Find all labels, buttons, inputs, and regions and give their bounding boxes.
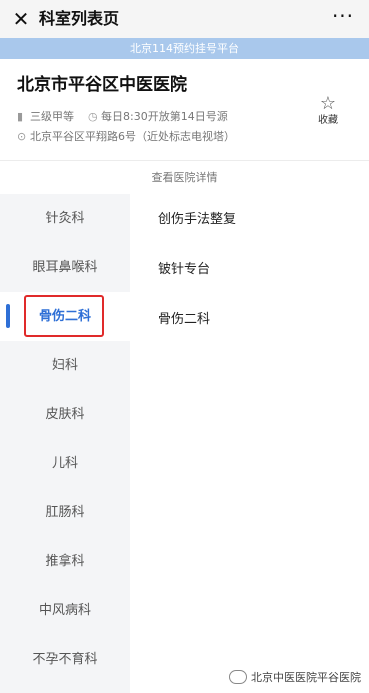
hospital-name: 北京市平谷区中医医院 bbox=[17, 75, 187, 95]
favorite-button[interactable]: ☆ 收藏 bbox=[315, 94, 341, 128]
department-label: 针灸科 bbox=[45, 211, 85, 226]
department-item[interactable]: 儿科 bbox=[0, 439, 130, 488]
hospital-detail-link[interactable]: 查看医院详情 bbox=[0, 160, 369, 194]
hospital-card: 北京市平谷区中医医院 ▮ 三级甲等 ◷ 每日8:30开放第14日号源 ⊙ 北京平… bbox=[0, 59, 369, 160]
department-item[interactable]: 皮肤科 bbox=[0, 390, 130, 439]
hospital-address: 北京平谷区平翔路6号（近处标志电视塔） bbox=[30, 130, 235, 143]
page-title: 科室列表页 bbox=[39, 9, 120, 28]
department-item[interactable]: 骨伤二科 bbox=[0, 292, 130, 341]
department-label: 妇科 bbox=[51, 358, 78, 373]
active-indicator bbox=[6, 304, 10, 328]
department-item[interactable]: 推拿科 bbox=[0, 537, 130, 586]
sub-department-item[interactable]: 铍针专台 bbox=[158, 260, 210, 280]
level-icon: ▮ bbox=[17, 110, 24, 123]
department-item[interactable]: 不孕不育科 bbox=[0, 635, 130, 684]
location-icon: ⊙ bbox=[17, 130, 27, 143]
department-label: 眼耳鼻喉科 bbox=[32, 260, 98, 275]
platform-banner: 北京114预约挂号平台 bbox=[0, 38, 369, 59]
sub-department-list: 创伤手法整复 铍针专台骨伤二科 bbox=[130, 194, 369, 693]
department-label: 推拿科 bbox=[45, 554, 85, 569]
department-label: 肛肠科 bbox=[45, 505, 85, 520]
sub-department-item[interactable]: 骨伤二科 bbox=[158, 310, 210, 330]
favorite-label: 收藏 bbox=[318, 115, 338, 126]
hospital-meta-row: ▮ 三级甲等 ◷ 每日8:30开放第14日号源 bbox=[17, 109, 228, 125]
clock-icon: ◷ bbox=[88, 110, 98, 123]
more-options-icon[interactable]: ··· bbox=[331, 6, 355, 30]
department-item[interactable]: 肛肠科 bbox=[0, 488, 130, 537]
sub-department-item[interactable]: 创伤手法整复 bbox=[158, 210, 236, 230]
wechat-icon bbox=[229, 670, 247, 684]
department-label: 不孕不育科 bbox=[32, 652, 98, 667]
department-item[interactable]: 眼耳鼻喉科 bbox=[0, 243, 130, 292]
close-icon[interactable]: ✕ bbox=[10, 8, 32, 30]
department-label: 骨伤二科 bbox=[38, 309, 91, 324]
hospital-level: 三级甲等 bbox=[30, 110, 74, 123]
watermark-text: 北京中医医院平谷医院 bbox=[251, 671, 361, 684]
department-label: 儿科 bbox=[51, 456, 78, 471]
department-label: 中风病科 bbox=[38, 603, 91, 618]
department-item[interactable]: 妇科 bbox=[0, 341, 130, 390]
department-item[interactable]: 针灸科 bbox=[0, 194, 130, 243]
hospital-address-row: ⊙ 北京平谷区平翔路6号（近处标志电视塔） bbox=[17, 129, 235, 145]
department-label: 皮肤科 bbox=[45, 407, 85, 422]
watermark: 北京中医医院平谷医院 bbox=[229, 669, 361, 685]
department-item[interactable]: 中风病科 bbox=[0, 586, 130, 635]
title-bar: ✕ 科室列表页 ··· bbox=[0, 0, 369, 38]
hospital-schedule: 每日8:30开放第14日号源 bbox=[101, 110, 228, 123]
star-icon: ☆ bbox=[319, 93, 337, 114]
department-list: 针灸科眼耳鼻喉科骨伤二科妇科皮肤科儿科肛肠科推拿科中风病科不孕不育科 bbox=[0, 194, 130, 693]
